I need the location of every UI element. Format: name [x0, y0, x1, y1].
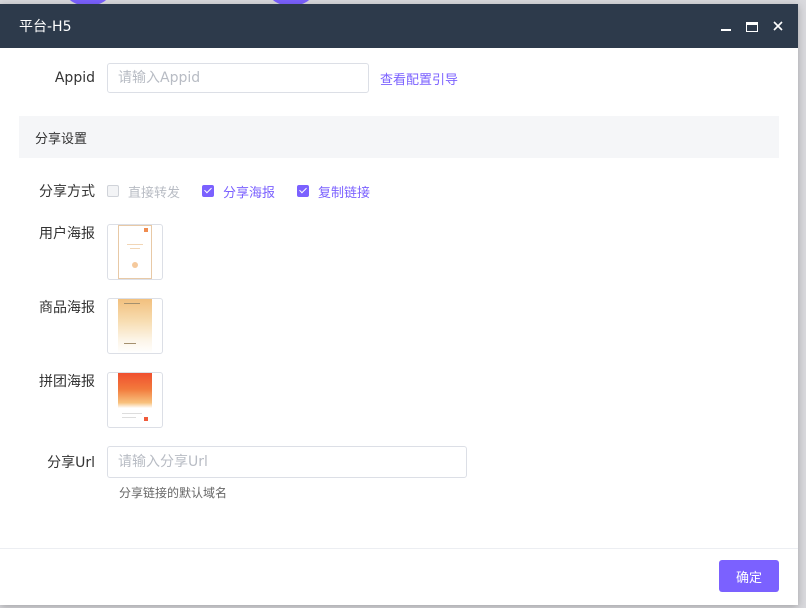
close-icon[interactable]	[772, 20, 784, 32]
maximize-icon[interactable]	[746, 21, 758, 32]
config-guide-link[interactable]: 查看配置引导	[380, 69, 458, 88]
poster-image	[118, 373, 152, 427]
group-poster-thumbnail[interactable]	[107, 372, 163, 428]
goods-poster-label: 商品海报	[39, 300, 95, 316]
share-url-row: 分享Url	[0, 446, 467, 478]
group-poster-label: 拼团海报	[39, 374, 95, 390]
checkbox-label: 分享海报	[223, 185, 276, 201]
checkbox-share-poster[interactable]: 分享海报	[202, 182, 275, 201]
dialog-title: 平台-H5	[19, 19, 72, 35]
check-icon[interactable]	[202, 185, 215, 197]
goods-poster-thumbnail[interactable]	[107, 298, 163, 354]
dialog: 平台-H5 Appid 查看配置引导 分享设置 分享方式 直接转发	[0, 4, 798, 605]
share-url-hint: 分享链接的默认域名	[119, 486, 228, 500]
dialog-body: Appid 查看配置引导 分享设置 分享方式 直接转发 分享海报	[0, 48, 798, 548]
confirm-button[interactable]: 确定	[719, 560, 779, 592]
appid-row: Appid 查看配置引导	[0, 63, 458, 93]
checkbox-direct-forward[interactable]: 直接转发	[107, 182, 180, 201]
poster-image	[118, 225, 152, 279]
section-title: 分享设置	[35, 131, 88, 147]
checkbox-label: 直接转发	[128, 185, 181, 201]
appid-input[interactable]	[107, 63, 369, 93]
minimize-icon[interactable]	[720, 20, 732, 32]
dialog-titlebar: 平台-H5	[0, 4, 798, 48]
share-method-options: 直接转发 分享海报 复制链接	[107, 182, 392, 201]
window-controls	[706, 20, 784, 32]
share-method-row: 分享方式 直接转发 分享海报 复制链接	[0, 181, 392, 201]
share-settings-header: 分享设置	[19, 116, 779, 158]
share-url-input[interactable]	[107, 446, 467, 478]
dialog-footer: 确定	[0, 548, 798, 605]
checkbox-label: 复制链接	[318, 185, 371, 201]
goods-poster-row: 商品海报	[0, 298, 163, 354]
group-poster-row: 拼团海报	[0, 372, 163, 428]
appid-label: Appid	[54, 70, 95, 86]
checkbox-copy-link[interactable]: 复制链接	[297, 182, 370, 201]
share-url-label: 分享Url	[47, 455, 95, 471]
user-poster-row: 用户海报	[0, 224, 163, 280]
user-poster-label: 用户海报	[39, 226, 95, 242]
share-method-label: 分享方式	[39, 184, 95, 200]
user-poster-thumbnail[interactable]	[107, 224, 163, 280]
check-icon[interactable]	[297, 185, 310, 197]
poster-image	[118, 299, 152, 353]
checkbox-box[interactable]	[107, 185, 119, 197]
